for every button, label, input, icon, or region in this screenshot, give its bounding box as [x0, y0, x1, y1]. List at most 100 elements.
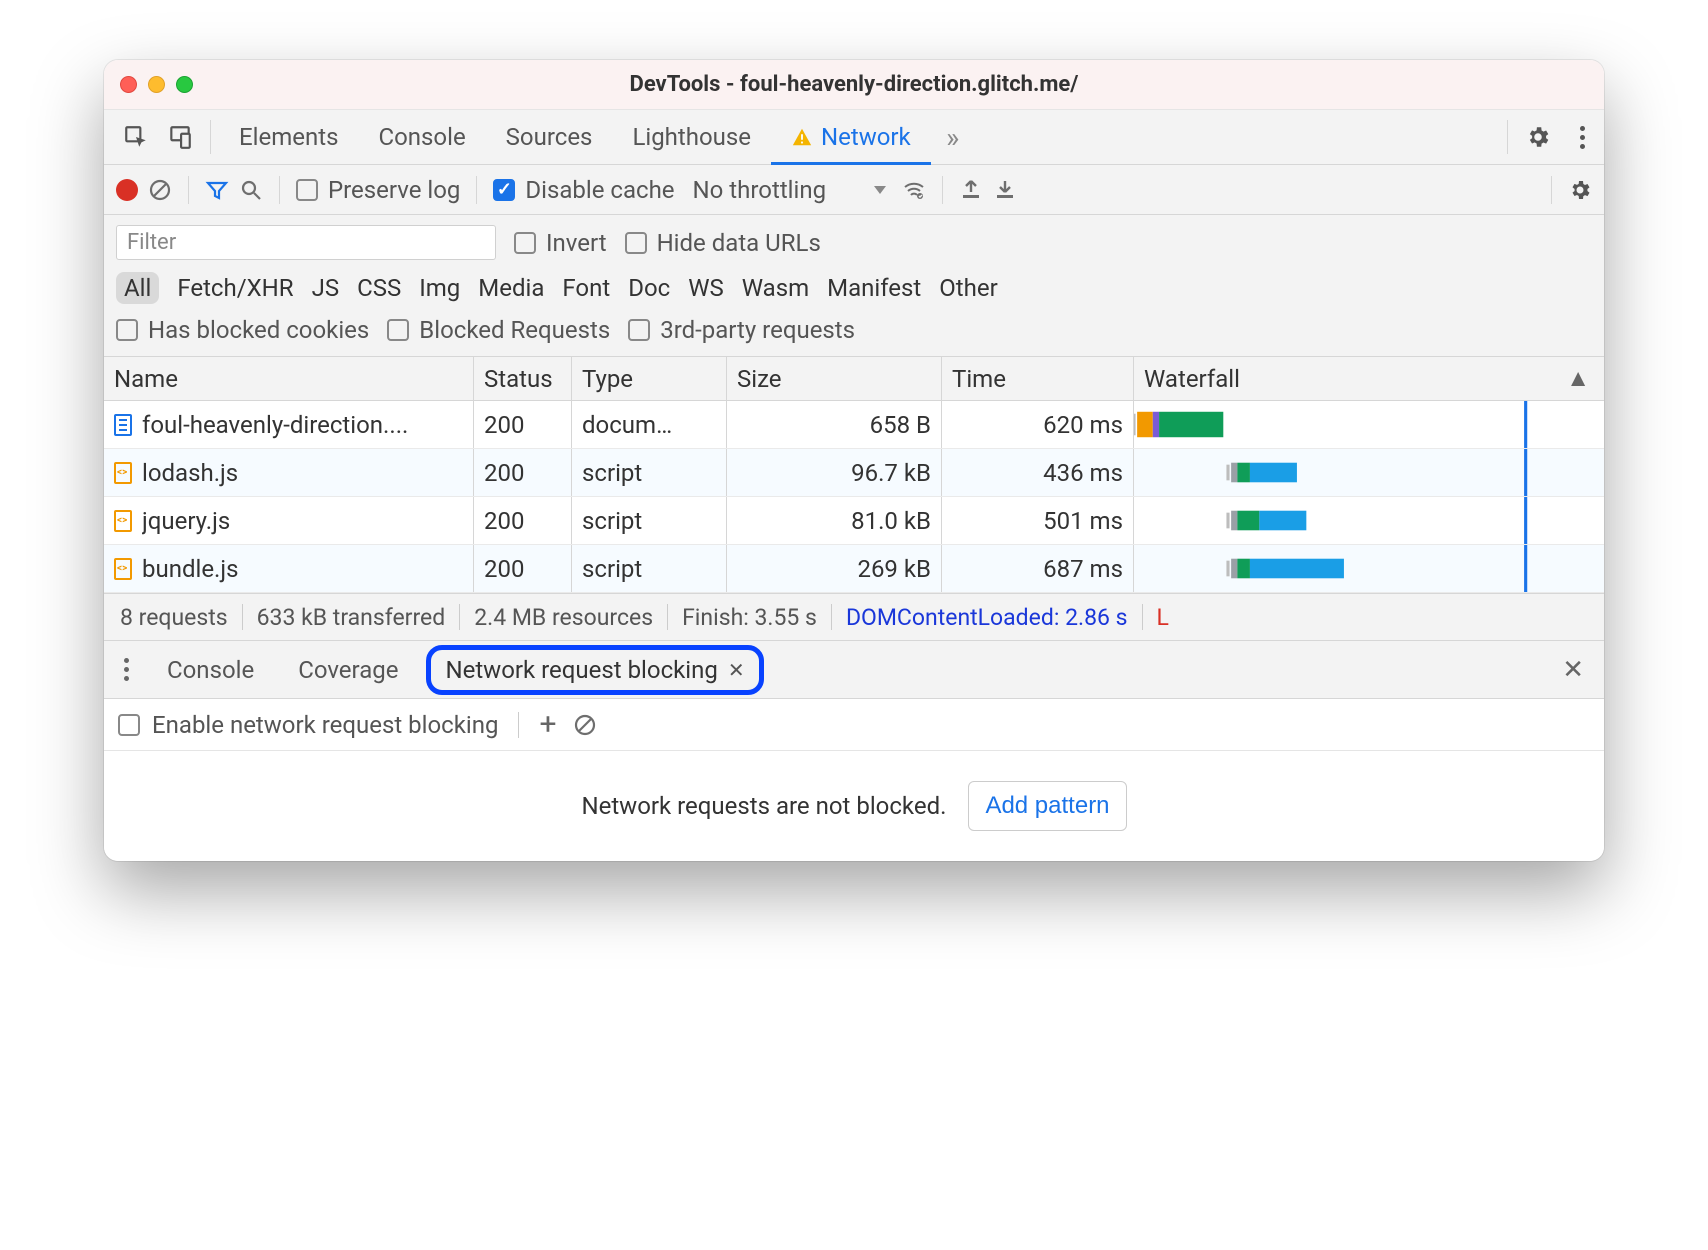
clear-icon[interactable] — [148, 178, 172, 202]
filter-cat-font[interactable]: Font — [562, 274, 610, 302]
checkbox-icon — [493, 179, 515, 201]
cell-time: 620 ms — [942, 401, 1134, 448]
window-title: DevTools - foul-heavenly-direction.glitc… — [104, 72, 1604, 97]
cell-time: 687 ms — [942, 545, 1134, 592]
separator — [476, 176, 477, 204]
filter-cat-css[interactable]: CSS — [357, 274, 401, 302]
col-waterfall[interactable]: Waterfall▲ — [1134, 357, 1604, 400]
kebab-menu-icon[interactable] — [1560, 110, 1604, 164]
has-blocked-cookies-checkbox[interactable]: Has blocked cookies — [116, 316, 369, 344]
cell-size: 96.7 kB — [727, 449, 942, 496]
filter-cat-js[interactable]: JS — [312, 274, 340, 302]
window-zoom-button[interactable] — [176, 76, 193, 93]
checkbox-icon — [625, 232, 647, 254]
more-tabs-icon[interactable]: » — [931, 110, 975, 164]
status-requests: 8 requests — [120, 604, 228, 631]
inspect-element-icon[interactable] — [114, 110, 158, 164]
cell-status: 200 — [474, 545, 572, 592]
invert-label: Invert — [546, 229, 607, 257]
throttling-select[interactable]: No throttling — [693, 176, 887, 204]
tab-elements[interactable]: Elements — [219, 110, 358, 164]
cell-size: 81.0 kB — [727, 497, 942, 544]
network-table: Name Status Type Size Time Waterfall▲ fo… — [104, 357, 1604, 593]
add-pattern-icon[interactable]: + — [539, 710, 556, 740]
filter-icon[interactable] — [205, 178, 229, 202]
filter-cat-ws[interactable]: WS — [688, 274, 724, 302]
device-toolbar-icon[interactable] — [158, 110, 202, 164]
tab-lighthouse[interactable]: Lighthouse — [612, 110, 771, 164]
cell-status: 200 — [474, 497, 572, 544]
separator — [942, 176, 943, 204]
cell-waterfall — [1134, 545, 1604, 592]
preserve-log-checkbox[interactable]: Preserve log — [296, 176, 460, 204]
drawer-tab-network-request-blocking[interactable]: Network request blocking ✕ — [426, 645, 763, 695]
tab-console[interactable]: Console — [358, 110, 485, 164]
tab-label: Lighthouse — [632, 123, 751, 151]
close-icon[interactable]: ✕ — [728, 658, 745, 682]
separator — [1551, 176, 1552, 204]
request-blocking-toolbar: Enable network request blocking + — [104, 699, 1604, 751]
window-minimize-button[interactable] — [148, 76, 165, 93]
drawer-menu-icon[interactable] — [114, 658, 139, 681]
filter-cat-img[interactable]: Img — [419, 274, 460, 302]
filter-cat-doc[interactable]: Doc — [628, 274, 670, 302]
network-settings-icon[interactable] — [1568, 178, 1592, 202]
table-row[interactable]: lodash.js200script96.7 kB436 ms — [104, 449, 1604, 497]
drawer-close-icon[interactable]: ✕ — [1552, 655, 1594, 685]
drawer-tabbar: Console Coverage Network request blockin… — [104, 641, 1604, 699]
search-icon[interactable] — [239, 178, 263, 202]
checkbox-icon — [628, 319, 650, 341]
checkbox-icon — [118, 714, 140, 736]
checkbox-icon — [387, 319, 409, 341]
record-button[interactable] — [116, 179, 138, 201]
separator — [279, 176, 280, 204]
remove-all-patterns-icon[interactable] — [573, 713, 597, 737]
drawer-tab-coverage[interactable]: Coverage — [282, 650, 414, 690]
third-party-checkbox[interactable]: 3rd-party requests — [628, 316, 855, 344]
disable-cache-checkbox[interactable]: Disable cache — [493, 176, 674, 204]
table-body: foul-heavenly-direction....200docum…658 … — [104, 401, 1604, 593]
filter-toolbar: Filter Invert Hide data URLs All Fetch/X… — [104, 215, 1604, 357]
drawer-tab-label: Network request blocking — [445, 656, 717, 684]
drawer-tab-console[interactable]: Console — [151, 650, 270, 690]
filter-cat-all[interactable]: All — [116, 272, 159, 304]
script-icon — [114, 558, 132, 580]
col-waterfall-label: Waterfall — [1144, 365, 1240, 393]
tab-network[interactable]: Network — [771, 110, 931, 164]
col-type[interactable]: Type — [572, 357, 727, 400]
add-pattern-button[interactable]: Add pattern — [968, 781, 1126, 831]
filter-cat-media[interactable]: Media — [478, 274, 544, 302]
throttling-value: No throttling — [693, 176, 827, 204]
filter-input[interactable]: Filter — [116, 225, 496, 260]
devtools-window: DevTools - foul-heavenly-direction.glitc… — [104, 60, 1604, 861]
col-status[interactable]: Status — [474, 357, 572, 400]
filter-cat-other[interactable]: Other — [939, 274, 997, 302]
filter-cat-manifest[interactable]: Manifest — [827, 274, 921, 302]
table-row[interactable]: jquery.js200script81.0 kB501 ms — [104, 497, 1604, 545]
filter-cat-wasm[interactable]: Wasm — [742, 274, 809, 302]
table-row[interactable]: bundle.js200script269 kB687 ms — [104, 545, 1604, 593]
table-row[interactable]: foul-heavenly-direction....200docum…658 … — [104, 401, 1604, 449]
window-close-button[interactable] — [120, 76, 137, 93]
chevron-down-icon — [874, 186, 886, 194]
invert-checkbox[interactable]: Invert — [514, 229, 607, 257]
col-name[interactable]: Name — [104, 357, 474, 400]
settings-icon[interactable] — [1516, 110, 1560, 164]
col-time[interactable]: Time — [942, 357, 1134, 400]
blocked-requests-checkbox[interactable]: Blocked Requests — [387, 316, 610, 344]
filter-cat-fetch-xhr[interactable]: Fetch/XHR — [177, 274, 293, 302]
disable-cache-label: Disable cache — [525, 176, 674, 204]
cell-name: bundle.js — [104, 545, 474, 592]
document-icon — [114, 414, 132, 436]
export-har-icon[interactable] — [993, 178, 1017, 202]
hide-data-urls-checkbox[interactable]: Hide data URLs — [625, 229, 821, 257]
enable-blocking-checkbox[interactable]: Enable network request blocking — [118, 711, 498, 739]
import-har-icon[interactable] — [959, 178, 983, 202]
status-domcontentloaded: DOMContentLoaded: 2.86 s — [846, 604, 1128, 631]
network-conditions-icon[interactable] — [902, 178, 926, 202]
tab-label: Elements — [239, 123, 338, 151]
separator — [518, 712, 519, 738]
tab-sources[interactable]: Sources — [486, 110, 613, 164]
col-size[interactable]: Size — [727, 357, 942, 400]
file-name: jquery.js — [142, 507, 230, 535]
